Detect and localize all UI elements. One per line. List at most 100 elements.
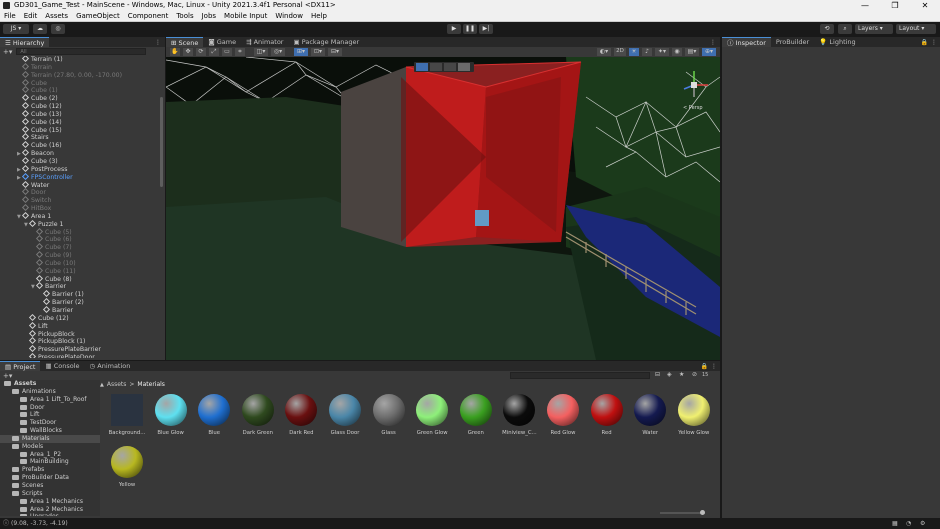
status-settings-icon[interactable]: ⚙ xyxy=(920,518,925,529)
hierarchy-item[interactable]: ▼ Area 1 xyxy=(0,211,160,221)
material-asset[interactable]: Blue Glow xyxy=(149,394,193,444)
rect-tool-icon[interactable]: ▭ xyxy=(222,48,232,56)
hierarchy-item[interactable]: Cube (11) xyxy=(0,266,160,276)
search-icon[interactable]: ⌕ xyxy=(838,24,852,34)
audio-toggle-icon[interactable]: ♪ xyxy=(642,48,652,56)
hidden-objects-icon[interactable]: ◉ xyxy=(672,48,682,56)
tab-scene[interactable]: ⊞ Scene xyxy=(166,37,204,47)
camera-settings-icon[interactable]: ▤▾ xyxy=(685,48,699,56)
project-folder-item[interactable]: Models xyxy=(0,443,100,451)
menu-file[interactable]: File xyxy=(0,11,20,22)
menu-jobs[interactable]: Jobs xyxy=(198,11,220,22)
tab-inspector[interactable]: ⓘ Inspector xyxy=(722,37,771,47)
material-asset[interactable]: Dark Green xyxy=(236,394,280,444)
project-folder-item[interactable]: Lift xyxy=(0,411,100,419)
lock-icon[interactable]: 🔒 xyxy=(921,39,931,46)
hierarchy-item[interactable]: Terrain (27.80, 0.00, -170.00) xyxy=(0,70,160,80)
collab-icon[interactable]: ◎ xyxy=(51,24,65,34)
menu-edit[interactable]: Edit xyxy=(20,11,42,22)
hidden-packages-icon[interactable]: ⊘ xyxy=(692,371,697,378)
tab-animation[interactable]: ◷ Animation xyxy=(85,361,136,371)
close-button[interactable]: ✕ xyxy=(910,0,940,11)
material-asset[interactable]: Glass Door xyxy=(323,394,367,444)
gizmos-icon[interactable]: ⊕▾ xyxy=(702,48,716,56)
tab-project[interactable]: ▤ Project xyxy=(0,361,41,371)
persp-label[interactable]: < Persp xyxy=(683,105,703,111)
layers-dropdown[interactable]: Layers ▾ xyxy=(855,24,893,34)
increment-snap-icon[interactable]: ⊡▾ xyxy=(311,48,325,56)
tab-lighting[interactable]: 💡 Lighting xyxy=(814,37,860,47)
project-folder-item[interactable]: Area 1 Lift_To_Roof xyxy=(0,396,100,404)
hierarchy-item[interactable]: Cube (5) xyxy=(0,227,160,237)
project-folder-item[interactable]: Area_1_P2 xyxy=(0,451,100,459)
favorite-icon[interactable]: ★ xyxy=(679,371,684,378)
history-icon[interactable]: ⟲ xyxy=(820,24,834,34)
add-object-button[interactable]: +▾ xyxy=(3,48,12,56)
project-folder-item[interactable]: Upgrades xyxy=(0,513,100,516)
menu-component[interactable]: Component xyxy=(124,11,173,22)
global-toggle-icon[interactable]: ◎▾ xyxy=(271,48,285,56)
move-tool-icon[interactable]: ✥ xyxy=(183,48,193,56)
project-folder-item[interactable]: ProBuilder Data xyxy=(0,474,100,482)
hierarchy-item[interactable]: PressurePlateBarrier xyxy=(0,345,160,354)
zoom-slider-handle[interactable] xyxy=(700,510,705,515)
project-folder-item[interactable]: Materials xyxy=(0,434,100,443)
scene-menu-icon[interactable]: ⋮ xyxy=(710,39,720,46)
2d-toggle[interactable]: 2D xyxy=(614,48,626,56)
draw-mode-icon[interactable]: ◐▾ xyxy=(597,48,611,56)
hierarchy-search-input[interactable] xyxy=(16,48,147,55)
account-button[interactable]: JS ▾ xyxy=(3,24,29,34)
hierarchy-item[interactable]: PickupBlock xyxy=(0,329,160,339)
material-asset[interactable]: Miniview_C... xyxy=(497,394,541,444)
hierarchy-item[interactable]: Cube (12) xyxy=(0,313,160,323)
menu-mobile-input[interactable]: Mobile Input xyxy=(220,11,271,22)
material-asset[interactable]: Glass xyxy=(367,394,411,444)
project-folder-item[interactable]: MainBuilding xyxy=(0,458,100,466)
filter-type-icon[interactable]: ⊟ xyxy=(655,371,660,378)
create-asset-button[interactable]: +▾ xyxy=(3,372,12,380)
hierarchy-item[interactable]: Cube (8) xyxy=(0,274,160,284)
tab-hierarchy[interactable]: ☰ Hierarchy xyxy=(0,37,50,47)
status-progress-icon[interactable]: ◔ xyxy=(906,518,911,529)
hierarchy-item[interactable]: ▶ FPSController xyxy=(0,172,160,182)
project-search-input[interactable] xyxy=(510,372,650,379)
project-folder-item[interactable]: Animations xyxy=(0,388,100,396)
scene-viewport[interactable]: < Persp xyxy=(166,57,720,360)
material-asset[interactable]: Yellow Glow xyxy=(672,394,716,444)
project-folder-item[interactable]: Area 1 Mechanics xyxy=(0,498,100,506)
hierarchy-scrollbar[interactable] xyxy=(160,97,163,187)
menu-window[interactable]: Window xyxy=(271,11,307,22)
rotate-tool-icon[interactable]: ⟳ xyxy=(196,48,206,56)
hierarchy-item[interactable]: Barrier xyxy=(0,305,160,315)
tab-console[interactable]: ▦ Console xyxy=(40,361,84,371)
hierarchy-item[interactable]: Cube (9) xyxy=(0,251,160,260)
project-folder-item[interactable]: Area 2 Mechanics xyxy=(0,506,100,514)
menu-assets[interactable]: Assets xyxy=(41,11,72,22)
hierarchy-item[interactable]: Cube (6) xyxy=(0,235,160,244)
pause-button[interactable]: ❚❚ xyxy=(463,24,477,34)
scale-tool-icon[interactable]: ⤢ xyxy=(209,48,219,56)
material-asset[interactable]: Yellow xyxy=(105,446,149,496)
maximize-button[interactable]: ❐ xyxy=(880,0,910,11)
status-console-icon[interactable]: ▦ xyxy=(892,518,898,529)
hierarchy-item[interactable]: ▼ Barrier xyxy=(0,282,160,291)
hierarchy-item[interactable]: Barrier (2) xyxy=(0,298,160,307)
hierarchy-item[interactable]: Cube (7) xyxy=(0,243,160,252)
breadcrumb-materials[interactable]: Materials xyxy=(137,381,165,388)
tab-animator[interactable]: ⇶ Animator xyxy=(241,37,288,47)
tab-package-manager[interactable]: ▣ Package Manager xyxy=(288,37,364,47)
tab-game[interactable]: ◙ Game xyxy=(203,37,241,47)
project-folder-item[interactable]: Prefabs xyxy=(0,466,100,474)
breadcrumb-assets[interactable]: Assets xyxy=(107,381,127,388)
project-menu-icon[interactable]: ⋮ xyxy=(711,363,720,370)
step-button[interactable]: ▶| xyxy=(479,24,493,34)
lighting-toggle-icon[interactable]: ☀ xyxy=(629,48,639,56)
menu-help[interactable]: Help xyxy=(307,11,331,22)
material-asset[interactable]: Background... xyxy=(105,394,149,444)
transform-tool-icon[interactable]: ⌗ xyxy=(235,48,245,56)
play-button[interactable]: ▶ xyxy=(447,24,461,34)
material-asset[interactable]: Water xyxy=(628,394,672,444)
material-asset[interactable]: Dark Red xyxy=(279,394,323,444)
hierarchy-item[interactable]: PressurePlateDoor xyxy=(0,353,160,358)
hierarchy-item[interactable]: Lift xyxy=(0,321,160,331)
